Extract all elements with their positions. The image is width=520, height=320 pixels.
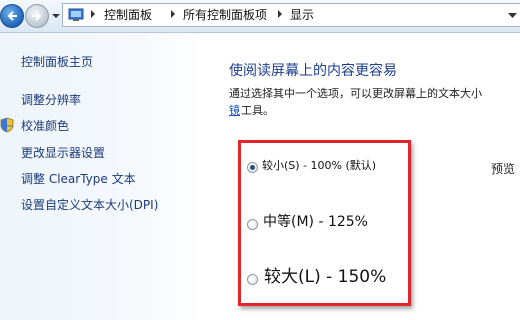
recent-pages-dropdown-icon[interactable] (51, 11, 61, 21)
address-dropdown-icon[interactable] (508, 12, 517, 19)
back-arrow-icon (7, 11, 17, 21)
highlight-box (238, 140, 411, 306)
breadcrumb-item-control-panel[interactable]: 控制面板 (104, 8, 152, 22)
shield-icon (0, 117, 14, 133)
magnifier-link[interactable]: 镜 (229, 104, 240, 117)
breadcrumb-item-all-items[interactable]: 所有控制面板项 (183, 8, 267, 22)
control-panel-icon (68, 8, 84, 21)
breadcrumb-separator-icon[interactable] (276, 9, 284, 19)
description-tail: 工具。 (241, 104, 274, 117)
forward-button[interactable] (25, 4, 49, 28)
page-description: 通过选择其中一个选项，可以更改屏幕上的文本大小 (229, 87, 482, 100)
sidebar-item-adjust-cleartype[interactable]: 调整 ClearType 文本 (21, 172, 136, 186)
breadcrumb-separator-icon[interactable] (169, 9, 177, 19)
sidebar-item-calibrate-color[interactable]: 校准颜色 (21, 119, 69, 133)
breadcrumb[interactable]: 控制面板 所有控制面板项 显示 (62, 3, 520, 27)
page-title: 使阅读屏幕上的内容更容易 (229, 63, 397, 79)
breadcrumb-separator-icon[interactable] (89, 9, 97, 19)
preview-label: 预览 (491, 162, 516, 176)
sidebar-item-control-panel-home[interactable]: 控制面板主页 (21, 55, 93, 69)
sidebar-item-custom-dpi[interactable]: 设置自定义文本大小(DPI) (21, 198, 158, 212)
forward-arrow-icon (32, 11, 42, 21)
control-panel-window: 控制面板 所有控制面板项 显示 控制面板主页 调整分辨率 校准颜色 更改显示器设… (0, 0, 520, 320)
sidebar-item-adjust-resolution[interactable]: 调整分辨率 (21, 93, 81, 107)
sidebar-item-change-display-settings[interactable]: 更改显示器设置 (21, 146, 105, 160)
address-bar: 控制面板 所有控制面板项 显示 (0, 0, 520, 33)
breadcrumb-item-display[interactable]: 显示 (290, 8, 314, 22)
back-button[interactable] (0, 4, 24, 28)
